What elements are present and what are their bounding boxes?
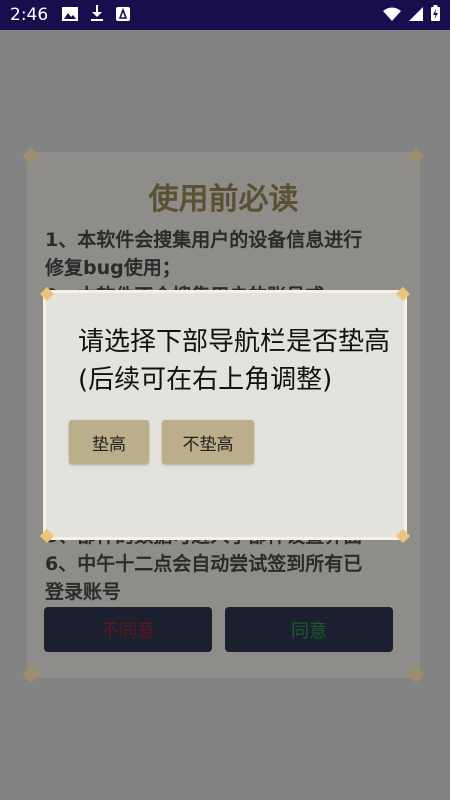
pad-button[interactable]: 垫高 <box>69 420 149 464</box>
battery-icon <box>431 5 440 25</box>
no-pad-button[interactable]: 不垫高 <box>162 420 254 464</box>
corner-ornament-icon <box>22 665 40 683</box>
agreement-title: 使用前必读 <box>148 182 299 217</box>
image-notification-icon <box>62 6 79 25</box>
status-bar: 2:46 <box>0 0 450 30</box>
dialog-title: 请选择下部导航栏是否垫高 (后续可在右上角调整) <box>78 323 398 399</box>
status-time: 2:46 <box>10 5 49 25</box>
agreement-line: 登录账号 <box>45 581 122 603</box>
corner-ornament-icon <box>22 147 40 165</box>
app-notification-icon <box>116 6 131 25</box>
corner-ornament-icon <box>407 665 425 683</box>
corner-ornament-icon <box>407 147 425 165</box>
dialog-title-line: 请选择下部导航栏是否垫高 <box>78 327 391 357</box>
dialog-title-line: (后续可在右上角调整) <box>78 365 333 395</box>
status-right <box>383 5 440 25</box>
disagree-button[interactable]: 不同意 <box>44 607 212 652</box>
agree-button[interactable]: 同意 <box>225 607 393 652</box>
nav-bar-padding-dialog: 请选择下部导航栏是否垫高 (后续可在右上角调整) 垫高 不垫高 <box>39 286 411 544</box>
download-notification-icon <box>90 5 104 25</box>
agreement-line: 6、中午十二点会自动尝试签到所有已 <box>45 553 363 575</box>
wifi-icon <box>383 6 401 25</box>
signal-icon <box>409 6 423 25</box>
agreement-line: 1、本软件会搜集用户的设备信息进行 <box>45 229 363 251</box>
agreement-line: 修复bug使用； <box>45 257 181 279</box>
